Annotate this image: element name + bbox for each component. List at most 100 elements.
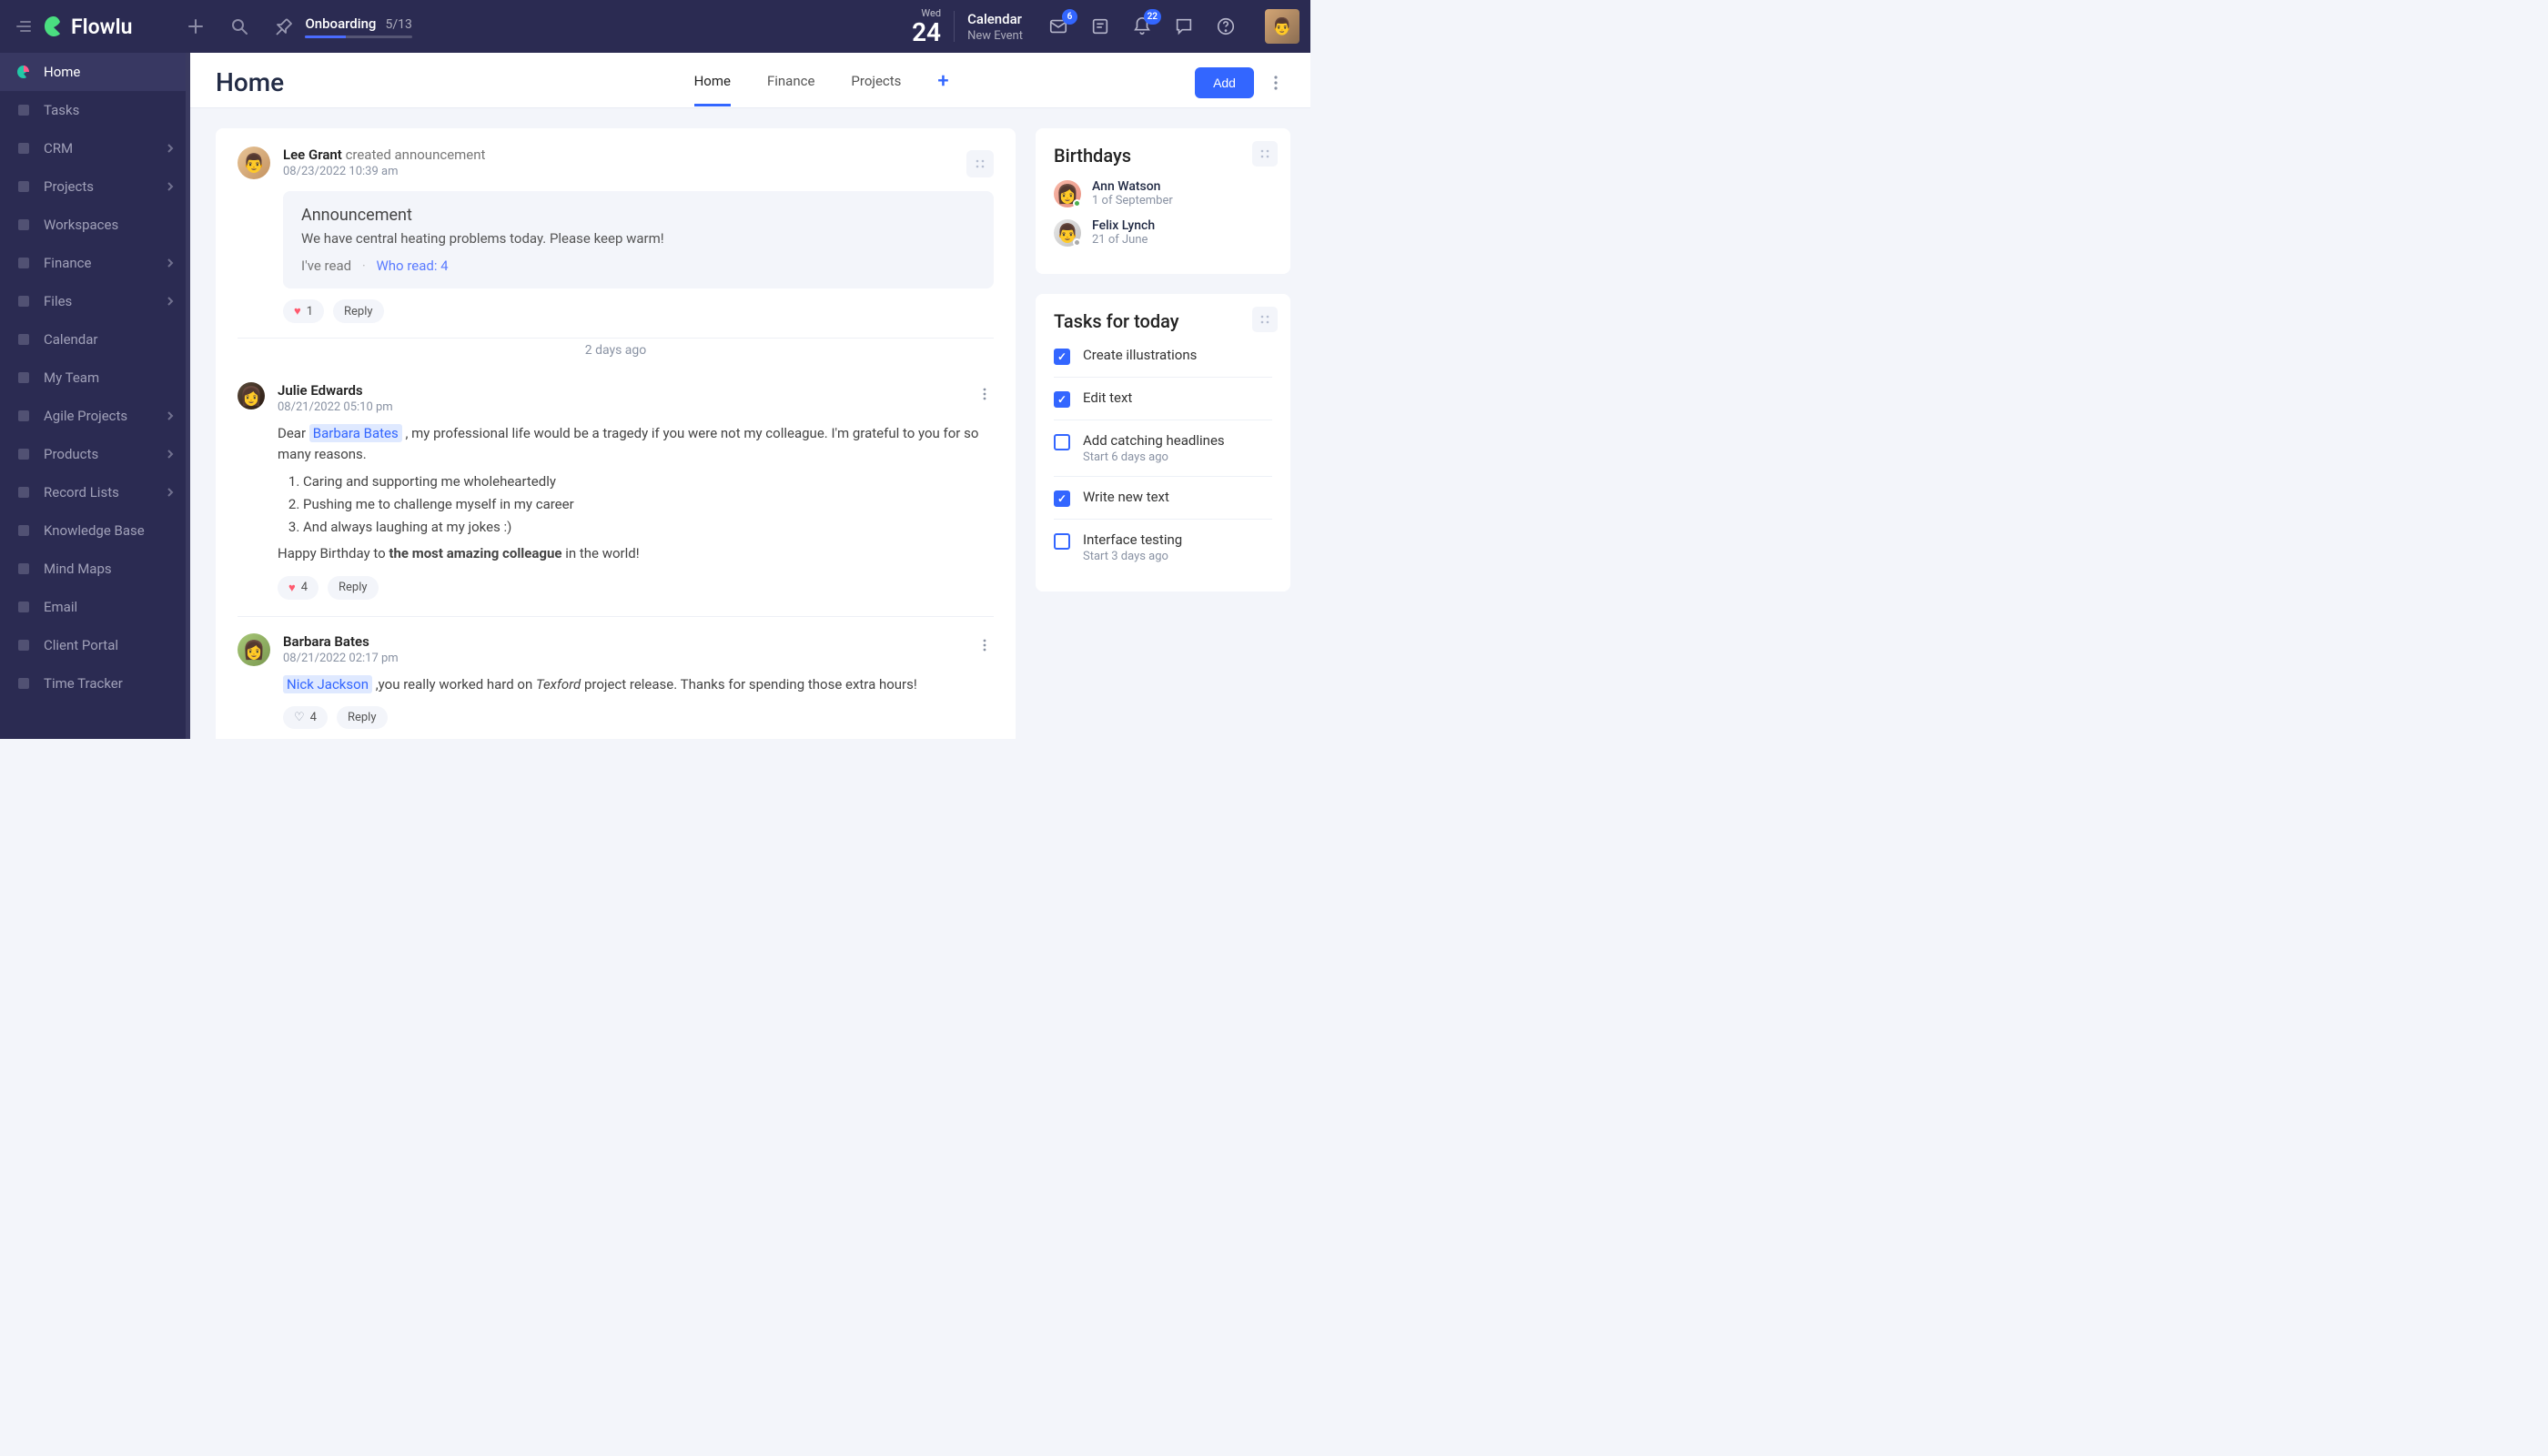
post-author[interactable]: Julie Edwards	[278, 382, 363, 399]
date-block[interactable]: Wed 24	[912, 8, 941, 46]
main: Home Home Finance Projects + Add	[190, 53, 1310, 739]
menu-toggle[interactable]	[11, 21, 36, 32]
post-author[interactable]: Barbara Bates	[283, 633, 369, 650]
chevron-right-icon	[165, 258, 176, 268]
task-row[interactable]: Write new text	[1054, 476, 1272, 519]
task-checkbox[interactable]	[1054, 349, 1070, 365]
tab-add[interactable]: +	[937, 70, 948, 104]
post-text: Nick Jackson ,you really worked hard on …	[283, 674, 994, 695]
date-num: 24	[912, 20, 941, 46]
post-author[interactable]: Lee Grant	[283, 147, 342, 163]
drag-handle-icon[interactable]	[1252, 141, 1278, 167]
calendar-block[interactable]: Calendar New Event	[967, 11, 1023, 43]
like-button[interactable]: ♥1	[283, 299, 324, 323]
avatar: 👨	[1054, 219, 1081, 247]
sidebar-item-projects[interactable]: Projects	[0, 167, 190, 206]
feed-post: 👩 Barbara Bates 08/21/2022 02:17 pm Nick…	[238, 633, 994, 740]
onboarding-widget[interactable]: Onboarding 5/13	[274, 15, 412, 38]
page-title: Home	[216, 67, 284, 97]
bell-icon[interactable]: 22	[1132, 16, 1152, 36]
sidebar-item-home[interactable]: Home	[0, 53, 190, 91]
sidebar-icon	[15, 63, 33, 81]
tasks-widget: Tasks for today Create illustrationsEdit…	[1036, 294, 1290, 592]
post-menu-icon[interactable]	[983, 639, 986, 652]
sidebar-icon	[15, 445, 33, 463]
task-row[interactable]: Interface testingStart 3 days ago	[1054, 519, 1272, 575]
chat-icon[interactable]	[1174, 16, 1194, 36]
who-read-link[interactable]: Who read: 4	[376, 258, 448, 274]
mention[interactable]: Nick Jackson	[283, 675, 372, 693]
sidebar-item-label: Calendar	[44, 331, 98, 348]
task-checkbox[interactable]	[1054, 533, 1070, 550]
task-label: Write new text	[1083, 489, 1169, 505]
task-row[interactable]: Create illustrations	[1054, 345, 1272, 377]
logo[interactable]: Flowlu	[42, 15, 132, 39]
avatar[interactable]: 👨	[238, 147, 270, 179]
ive-read-label[interactable]: I've read	[301, 258, 351, 274]
sidebar-item-label: Files	[44, 293, 72, 309]
mail-icon[interactable]: 6	[1048, 16, 1068, 36]
sidebar-item-tasks[interactable]: Tasks	[0, 91, 190, 129]
announcement-title: Announcement	[301, 206, 976, 225]
sidebar-item-calendar[interactable]: Calendar	[0, 320, 190, 359]
status-online-icon	[1073, 199, 1081, 207]
sidebar-item-products[interactable]: Products	[0, 435, 190, 473]
add-button[interactable]: Add	[1195, 67, 1254, 98]
help-icon[interactable]	[1216, 16, 1236, 36]
sidebar-item-my-team[interactable]: My Team	[0, 359, 190, 397]
reply-button[interactable]: Reply	[337, 706, 388, 729]
reply-button[interactable]: Reply	[328, 576, 379, 600]
like-button[interactable]: ♡4	[283, 706, 328, 729]
task-checkbox[interactable]	[1054, 434, 1070, 450]
sidebar-icon	[15, 254, 33, 272]
drag-handle-icon[interactable]	[966, 150, 994, 177]
sidebar-item-record-lists[interactable]: Record Lists	[0, 473, 190, 511]
post-menu-icon[interactable]	[983, 388, 986, 400]
user-avatar[interactable]: 👨	[1265, 9, 1299, 44]
sidebar-item-label: Home	[44, 64, 80, 80]
task-checkbox[interactable]	[1054, 490, 1070, 507]
reply-button[interactable]: Reply	[333, 299, 384, 323]
drag-handle-icon[interactable]	[1252, 307, 1278, 332]
task-row[interactable]: Edit text	[1054, 377, 1272, 420]
notes-icon[interactable]	[1090, 16, 1110, 36]
sidebar-item-label: My Team	[44, 369, 99, 386]
page-menu-icon[interactable]	[1267, 74, 1285, 92]
task-sublabel: Start 3 days ago	[1083, 550, 1182, 563]
sidebar-item-mind-maps[interactable]: Mind Maps	[0, 550, 190, 588]
avatar[interactable]: 👩	[238, 633, 270, 666]
chevron-right-icon	[165, 143, 176, 154]
sidebar-item-knowledge-base[interactable]: Knowledge Base	[0, 511, 190, 550]
sidebar-item-crm[interactable]: CRM	[0, 129, 190, 167]
sidebar: Home TasksCRMProjectsWorkspacesFinance Fil…	[0, 53, 190, 739]
tab-projects[interactable]: Projects	[851, 67, 901, 106]
sidebar-item-label: Agile Projects	[44, 408, 127, 424]
sidebar-item-files[interactable]: Files	[0, 282, 190, 320]
avatar[interactable]: 👩	[238, 382, 265, 410]
birthday-row[interactable]: 👩 Ann Watson 1 of September	[1054, 179, 1272, 207]
sidebar-icon	[15, 636, 33, 654]
sidebar-item-finance[interactable]: Finance	[0, 244, 190, 282]
tab-finance[interactable]: Finance	[767, 67, 814, 106]
tab-home[interactable]: Home	[694, 67, 731, 106]
search-icon[interactable]	[230, 17, 248, 35]
post-timestamp: 08/21/2022 02:17 pm	[283, 652, 994, 665]
calendar-title: Calendar	[967, 11, 1023, 27]
mention[interactable]: Barbara Bates	[309, 424, 402, 442]
task-checkbox[interactable]	[1054, 391, 1070, 408]
bell-badge: 22	[1144, 9, 1161, 25]
feed-divider-label: 2 days ago	[574, 343, 658, 358]
task-row[interactable]: Add catching headlinesStart 6 days ago	[1054, 420, 1272, 476]
sidebar-item-agile-projects[interactable]: Agile Projects	[0, 397, 190, 435]
sidebar-item-workspaces[interactable]: Workspaces	[0, 206, 190, 244]
announcement-box: Announcement We have central heating pro…	[283, 191, 994, 288]
sidebar-icon	[15, 216, 33, 234]
sidebar-item-email[interactable]: Email	[0, 588, 190, 626]
sidebar-item-client-portal[interactable]: Client Portal	[0, 626, 190, 664]
sidebar-item-time-tracker[interactable]: Time Tracker	[0, 664, 190, 703]
like-button[interactable]: ♥4	[278, 576, 318, 600]
birthday-row[interactable]: 👨 Felix Lynch 21 of June	[1054, 218, 1272, 247]
new-icon[interactable]	[187, 17, 205, 35]
calendar-sub: New Event	[967, 29, 1023, 43]
birthday-name: Ann Watson	[1092, 179, 1173, 194]
